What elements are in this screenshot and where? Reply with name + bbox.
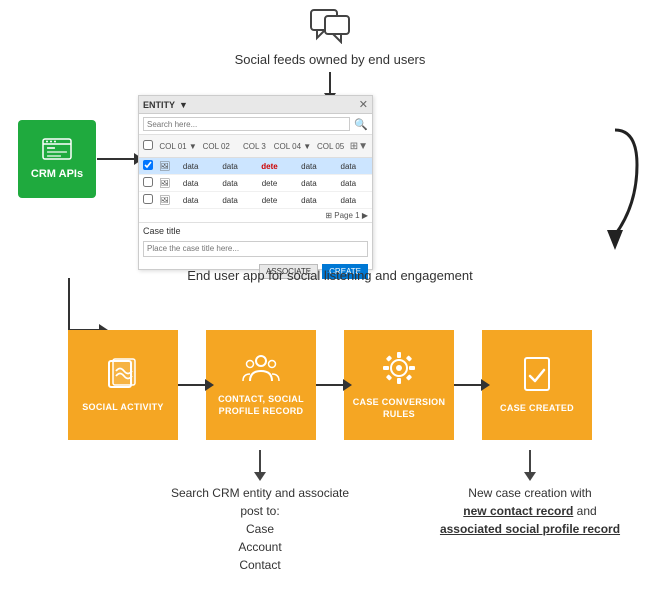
cell: dete	[250, 196, 289, 205]
col-header-3: COL 3	[235, 142, 273, 151]
col-header-1: COL 01 ▼	[159, 142, 197, 151]
col-header-4: COL 04 ▼	[273, 142, 311, 151]
cell: dete	[250, 179, 289, 188]
cell: data	[210, 179, 249, 188]
cell: data	[329, 162, 368, 171]
flow-section: SOCIAL ACTIVITY CONTACT, SOCIAL PROFI	[0, 330, 660, 440]
annotation-right-arrow	[529, 450, 531, 472]
dialog-search-input[interactable]	[143, 117, 350, 131]
row-checkbox[interactable]	[143, 177, 153, 187]
cell: data	[171, 196, 210, 205]
annotation-social-profile-label: associated social profile record	[430, 520, 630, 538]
col-header-2: COL 02	[197, 142, 235, 151]
table-row[interactable]: 🖼 data data dete data data	[139, 158, 372, 175]
col-header-5: COL 05	[312, 142, 350, 151]
cell: dete	[250, 162, 289, 171]
annotation-contact-item: Contact	[160, 556, 360, 574]
dialog-search-row: 🔍	[139, 114, 372, 135]
dialog-case-section: Case title	[139, 223, 372, 264]
cell: data	[289, 162, 328, 171]
table-row[interactable]: 🖼 data data dete data data	[139, 192, 372, 209]
cell: data	[171, 179, 210, 188]
row-icon: 🖼	[159, 161, 171, 172]
dialog-titlebar: ENTITY ▼ ✕	[139, 96, 372, 114]
filter-icon[interactable]: ⊞▼	[350, 141, 368, 152]
social-activity-icon	[106, 357, 140, 396]
cell: data	[171, 162, 210, 171]
flow-arrow-2	[316, 384, 344, 386]
social-icon-wrap	[309, 8, 351, 50]
table-row[interactable]: 🖼 data data dete data data	[139, 175, 372, 192]
annotation-left-arrow	[259, 450, 261, 472]
crm-label: CRM APIs	[31, 168, 83, 180]
flow-arrow-1	[178, 384, 206, 386]
cell: data	[210, 196, 249, 205]
annotation-right-text: New case creation with new contact recor…	[430, 484, 630, 538]
social-feeds-label: Social feeds owned by end users	[235, 52, 426, 67]
top-section: Social feeds owned by end users CRM APIs	[0, 0, 660, 290]
case-conversion-icon	[381, 350, 417, 391]
case-created-icon	[522, 356, 552, 397]
flow-box-social-activity: SOCIAL ACTIVITY	[68, 330, 178, 440]
flow-box-case-conversion-label: CASE CONVERSION RULES	[352, 397, 446, 420]
case-title-input[interactable]	[143, 241, 368, 257]
cell: data	[329, 179, 368, 188]
case-title-label: Case title	[143, 226, 368, 236]
row-checkbox[interactable]	[143, 160, 153, 170]
cell: data	[289, 179, 328, 188]
dialog-title: ENTITY	[143, 100, 175, 110]
diagram-container: Social feeds owned by end users CRM APIs	[0, 0, 660, 611]
arrow-down-top	[329, 72, 331, 94]
row-icon: 🖼	[159, 178, 171, 189]
row-checkbox[interactable]	[143, 194, 153, 204]
flow-box-social-activity-label: SOCIAL ACTIVITY	[82, 402, 164, 414]
arrow-crm-to-dialog	[97, 158, 135, 160]
flow-box-case-conversion: CASE CONVERSION RULES	[344, 330, 454, 440]
flow-box-contact-social: CONTACT, SOCIAL PROFILE RECORD	[206, 330, 316, 440]
dialog-pagination: ⊞ Page 1 ▶	[139, 209, 372, 223]
cell: data	[210, 162, 249, 171]
flow-box-case-created: CASE CREATED	[482, 330, 592, 440]
flow-boxes: SOCIAL ACTIVITY CONTACT, SOCIAL PROFI	[0, 330, 660, 440]
flow-box-case-created-label: CASE CREATED	[500, 403, 574, 415]
flow-box-contact-label: CONTACT, SOCIAL PROFILE RECORD	[214, 394, 308, 417]
row-icon: 🖼	[159, 195, 171, 206]
annotation-left-wrap: Search CRM entity and associate post to:…	[160, 450, 360, 574]
dialog-window: ENTITY ▼ ✕ 🔍 COL 01 ▼ COL 02 COL 3 COL 0…	[138, 95, 373, 270]
select-all-checkbox[interactable]	[143, 140, 153, 150]
search-icon: 🔍	[354, 118, 368, 131]
annotation-search-crm-label: Search CRM entity and associate post to:	[160, 484, 360, 520]
crm-apis-box: CRM APIs	[18, 120, 96, 198]
curved-arrow-right	[587, 125, 642, 260]
contact-social-icon	[242, 353, 280, 388]
annotation-left-text: Search CRM entity and associate post to:…	[160, 484, 360, 574]
chat-icon	[309, 8, 351, 50]
annotation-case-item: Case	[160, 520, 360, 538]
annotation-new-case-label: New case creation with	[430, 484, 630, 502]
dialog-table-header: COL 01 ▼ COL 02 COL 3 COL 04 ▼ COL 05 ⊞▼	[139, 135, 372, 158]
vert-connector	[68, 278, 70, 330]
end-user-app-label: End user app for social listening and en…	[187, 268, 472, 283]
crm-window-icon	[42, 138, 72, 164]
dialog-close-btn[interactable]: ✕	[359, 98, 368, 111]
annotation-new-contact-label: new contact record and	[430, 502, 630, 520]
cell: data	[289, 196, 328, 205]
flow-arrow-3	[454, 384, 482, 386]
annotation-right-wrap: New case creation with new contact recor…	[430, 450, 630, 538]
cell: data	[329, 196, 368, 205]
annotation-account-item: Account	[160, 538, 360, 556]
